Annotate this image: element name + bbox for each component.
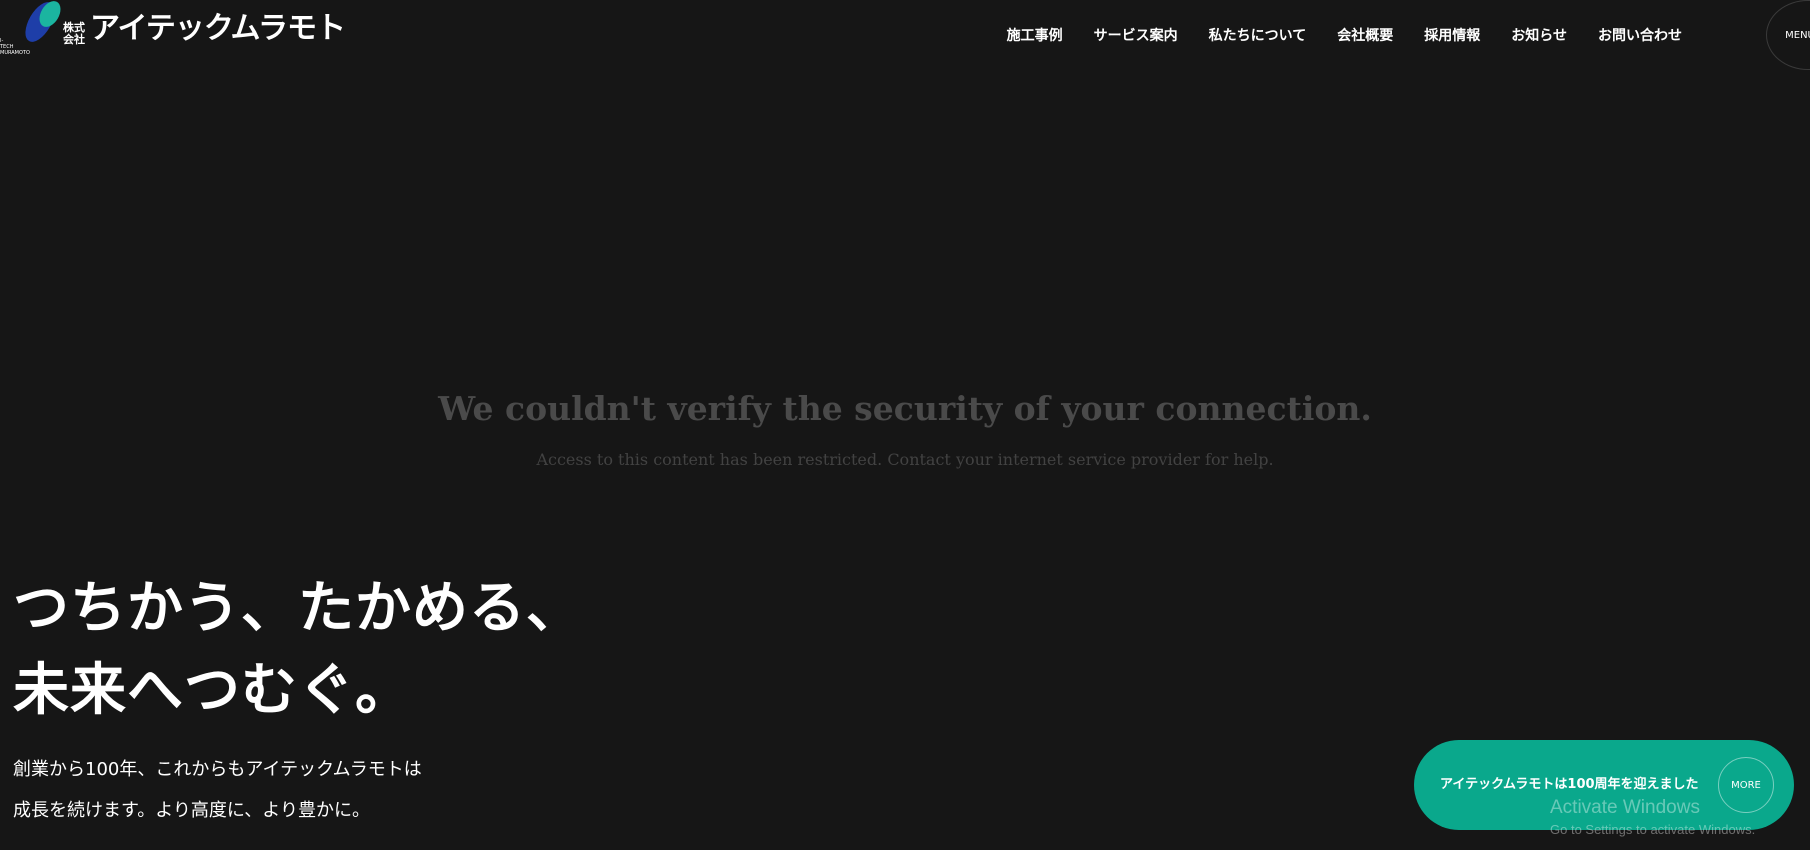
nav-item-news[interactable]: お知らせ xyxy=(1511,26,1567,46)
error-title: We couldn't verify the security of your … xyxy=(438,389,1372,428)
nav-item-company[interactable]: 会社概要 xyxy=(1337,26,1393,46)
nav-item-recruit[interactable]: 採用情報 xyxy=(1424,26,1480,46)
nav-item-services[interactable]: サービス案内 xyxy=(1094,26,1178,46)
nav-item-about-us[interactable]: 私たちについて xyxy=(1209,26,1307,46)
hero-subtext-line1: 創業から100年、これからもアイテックムラモトは xyxy=(13,759,422,780)
menu-button-label: MENU xyxy=(1785,29,1810,41)
hero-headline-line2: 未来へつむぐ。 xyxy=(13,658,412,723)
page: I-TECH MURAMOTO 株式会社 アイテックムラモト 施工事例 サービス… xyxy=(0,0,1810,850)
menu-button[interactable]: MENU xyxy=(1766,0,1810,70)
main-nav: 施工事例 サービス案内 私たちについて 会社概要 採用情報 お知らせ お問い合わ… xyxy=(976,26,1682,46)
nav-item-contact[interactable]: お問い合わせ xyxy=(1598,26,1682,46)
logo-kabushiki: 株式会社 xyxy=(63,21,85,46)
anniversary-text: アイテックムラモトは100周年を迎えました xyxy=(1440,777,1699,792)
more-button-label: MORE xyxy=(1731,779,1761,791)
company-logo[interactable]: I-TECH MURAMOTO 株式会社 アイテックムラモト xyxy=(0,0,346,60)
hero-headline-line1: つちかう、たかめる、 xyxy=(13,576,583,641)
logo-tagline: I-TECH MURAMOTO xyxy=(0,38,30,56)
logo-wordmark: アイテックムラモト xyxy=(90,11,346,46)
hero-subtext-line2: 成長を続けます。より高度に、より豊かに。 xyxy=(13,800,370,821)
activate-windows-subtitle: Go to Settings to activate Windows. xyxy=(1550,822,1756,837)
error-message: Access to this content has been restrict… xyxy=(536,450,1274,469)
activate-windows-title: Activate Windows xyxy=(1550,797,1700,818)
nav-item-works[interactable]: 施工事例 xyxy=(1007,26,1063,46)
more-button[interactable]: MORE xyxy=(1718,757,1774,813)
